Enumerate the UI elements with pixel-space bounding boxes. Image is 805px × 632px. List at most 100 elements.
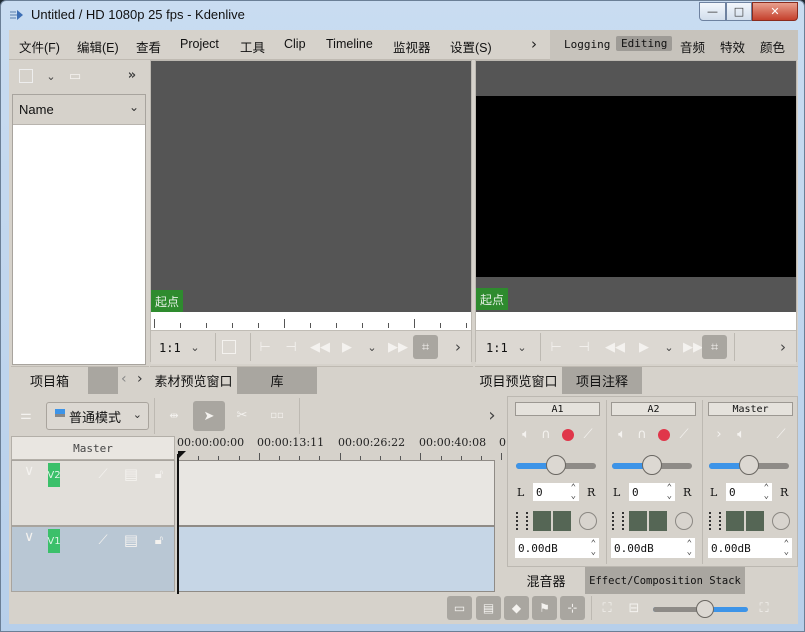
tab-project-notes[interactable]: 项目注释 bbox=[562, 367, 642, 394]
effects-wand-icon[interactable]: ⟋ bbox=[774, 426, 788, 442]
chevron-down-icon[interactable]: ⌄ bbox=[187, 339, 203, 355]
slip-tool-icon[interactable]: ▫▫ bbox=[267, 406, 287, 424]
timeline-track-v1[interactable] bbox=[177, 526, 495, 592]
layout-color[interactable]: 颜色 bbox=[760, 37, 785, 56]
menu-tools[interactable]: 工具 bbox=[240, 37, 265, 56]
balance-spinbox[interactable]: 0 ⌃ ⌄ bbox=[629, 483, 675, 501]
snapshot-icon[interactable] bbox=[222, 340, 236, 354]
set-out-icon[interactable]: ⊣ bbox=[576, 339, 592, 355]
balance-spinbox[interactable]: 0 ⌃ ⌄ bbox=[533, 483, 579, 501]
play-icon[interactable]: ▶ bbox=[339, 339, 355, 355]
spin-arrows-icon[interactable]: ⌃ ⌄ bbox=[571, 484, 576, 501]
spacer-tool-icon[interactable]: ⇹ bbox=[164, 406, 184, 424]
tab-prev-button[interactable]: ‹ bbox=[121, 371, 127, 387]
effects-wand-icon[interactable]: ⟋ bbox=[94, 463, 112, 485]
zoom-fit-icon[interactable]: ⛶ bbox=[599, 600, 615, 616]
more-icon[interactable]: » bbox=[123, 66, 141, 84]
menu-view[interactable]: 查看 bbox=[136, 37, 161, 56]
chevron-down-icon[interactable]: ⌄ bbox=[43, 67, 59, 85]
track-header-v1[interactable]: ∨ V1 ⟋ ▤ 🔓︎ bbox=[11, 526, 175, 592]
track-name[interactable]: V2 bbox=[47, 463, 61, 487]
markers-icon[interactable]: ⚑ bbox=[532, 596, 557, 620]
chevron-down-icon[interactable]: ⌄ bbox=[365, 339, 379, 355]
tab-project-monitor[interactable]: 项目预览窗口 bbox=[475, 367, 562, 394]
film-icon[interactable]: ▤ bbox=[122, 529, 140, 551]
menu-project[interactable]: Project bbox=[180, 37, 219, 51]
edit-mode-select[interactable]: 普通模式 ⌄ bbox=[46, 402, 149, 430]
menu-settings[interactable]: 设置(S) bbox=[450, 37, 492, 56]
track-header-v2[interactable]: ∨ V2 ⟋ ▤ 🔓︎ bbox=[11, 460, 175, 526]
crop-icon[interactable]: ⌗ bbox=[413, 335, 438, 359]
play-icon[interactable]: ▶ bbox=[636, 339, 652, 355]
reset-button[interactable] bbox=[772, 512, 790, 530]
timeline-track-v2[interactable] bbox=[177, 460, 495, 526]
zoom-slider-handle[interactable] bbox=[696, 600, 715, 618]
layout-audio[interactable]: 音频 bbox=[680, 37, 705, 56]
balance-spinbox[interactable]: 0 ⌃ ⌄ bbox=[726, 483, 772, 501]
clip-monitor-ruler[interactable] bbox=[151, 312, 519, 330]
chevron-down-icon[interactable]: ⌄ bbox=[129, 100, 139, 114]
record-icon[interactable] bbox=[562, 429, 574, 441]
set-in-icon[interactable]: ⊢ bbox=[257, 339, 273, 355]
tab-next-button[interactable]: › bbox=[137, 371, 143, 387]
lock-icon[interactable]: 🔓︎ bbox=[150, 463, 168, 485]
layout-editing[interactable]: Editing bbox=[616, 36, 673, 51]
set-out-icon[interactable]: ⊣ bbox=[283, 339, 299, 355]
master-track-button[interactable]: Master bbox=[11, 436, 175, 460]
zoom-in-icon[interactable]: ⛶ bbox=[756, 600, 772, 616]
more-controls-button[interactable]: › bbox=[451, 338, 465, 356]
add-folder-icon[interactable]: ▭ bbox=[67, 67, 83, 85]
volume-slider[interactable] bbox=[516, 455, 596, 475]
menu-edit[interactable]: 编辑(E) bbox=[77, 37, 119, 56]
gain-spinbox[interactable]: 0.00dB ⌃ ⌄ bbox=[515, 538, 599, 558]
spin-arrows-icon[interactable]: ⌃ ⌄ bbox=[591, 540, 596, 557]
gain-spinbox[interactable]: 0.00dB ⌃ ⌄ bbox=[611, 538, 695, 558]
razor-tool-icon[interactable]: ✂ bbox=[233, 406, 251, 424]
forward-icon[interactable]: ▶▶ bbox=[388, 339, 408, 355]
track-settings-icon[interactable]: ⚌ bbox=[17, 406, 35, 424]
solo-headphones-icon[interactable]: ∩ bbox=[635, 426, 649, 442]
menu-file[interactable]: 文件(F) bbox=[19, 37, 60, 56]
film-icon[interactable]: ▤ bbox=[122, 463, 140, 485]
playhead-marker[interactable] bbox=[178, 451, 186, 459]
volume-slider-handle[interactable] bbox=[546, 455, 566, 475]
solo-headphones-icon[interactable]: ∩ bbox=[539, 426, 553, 442]
spin-arrows-icon[interactable]: ⌃ ⌄ bbox=[687, 540, 692, 557]
select-tool-icon[interactable]: ➤ bbox=[193, 401, 225, 431]
tab-effect-stack[interactable]: Effect/Composition Stack bbox=[585, 567, 745, 594]
add-clip-icon[interactable] bbox=[19, 69, 33, 83]
menu-timeline[interactable]: Timeline bbox=[326, 37, 373, 51]
effects-wand-icon[interactable]: ⟋ bbox=[581, 426, 595, 442]
set-in-icon[interactable]: ⊢ bbox=[548, 339, 564, 355]
menu-clip[interactable]: Clip bbox=[284, 37, 306, 51]
project-monitor[interactable]: 起点 1:1 ⌄ ⊢ ⊣ ◀◀ ▶ ⌄ ▶▶ ⌗ › bbox=[475, 60, 797, 364]
clip-monitor[interactable]: 起点 1:1 ⌄ ⊢ ⊣ ◀◀ ▶ ⌄ ▶▶ ⌗ › bbox=[150, 60, 519, 364]
zoom-select[interactable]: 1:1 bbox=[486, 341, 508, 355]
bin-column-header[interactable]: Name ⌄ bbox=[13, 95, 145, 125]
volume-slider-handle[interactable] bbox=[642, 455, 662, 475]
fit-zoom-icon[interactable]: ▭ bbox=[447, 596, 472, 620]
spin-arrows-icon[interactable]: ⌃ ⌄ bbox=[667, 484, 672, 501]
chevron-right-icon[interactable]: › bbox=[712, 426, 726, 442]
tab-project-bin[interactable]: 项目箱 bbox=[11, 367, 88, 394]
close-button[interactable]: ✕ bbox=[752, 2, 798, 21]
chevron-down-icon[interactable]: ⌄ bbox=[514, 339, 530, 355]
spin-arrows-icon[interactable]: ⌃ ⌄ bbox=[764, 484, 769, 501]
layout-logging[interactable]: Logging bbox=[564, 38, 610, 51]
lock-icon[interactable]: 🔓︎ bbox=[150, 529, 168, 551]
menu-overflow-button[interactable]: › bbox=[531, 35, 537, 53]
spin-arrows-icon[interactable]: ⌃ ⌄ bbox=[784, 540, 789, 557]
layout-effects[interactable]: 特效 bbox=[720, 37, 745, 56]
bin-clip-list[interactable]: Name ⌄ bbox=[12, 94, 146, 365]
chevron-down-icon[interactable]: ⌄ bbox=[662, 339, 676, 355]
snap-icon[interactable]: ⊹ bbox=[560, 596, 585, 620]
project-video-frame[interactable] bbox=[476, 96, 796, 277]
effects-wand-icon[interactable]: ⟋ bbox=[677, 426, 691, 442]
audio-waveform-icon[interactable]: ◆ bbox=[504, 596, 529, 620]
project-monitor-ruler[interactable] bbox=[476, 312, 796, 330]
menu-monitor[interactable]: 监视器 bbox=[393, 37, 431, 56]
zoom-out-icon[interactable]: ⊟ bbox=[626, 600, 642, 616]
gain-spinbox[interactable]: 0.00dB ⌃ ⌄ bbox=[708, 538, 792, 558]
tab-clip-monitor[interactable]: 素材预览窗口 bbox=[150, 367, 237, 394]
toolbar-more-button[interactable]: › bbox=[485, 404, 499, 426]
